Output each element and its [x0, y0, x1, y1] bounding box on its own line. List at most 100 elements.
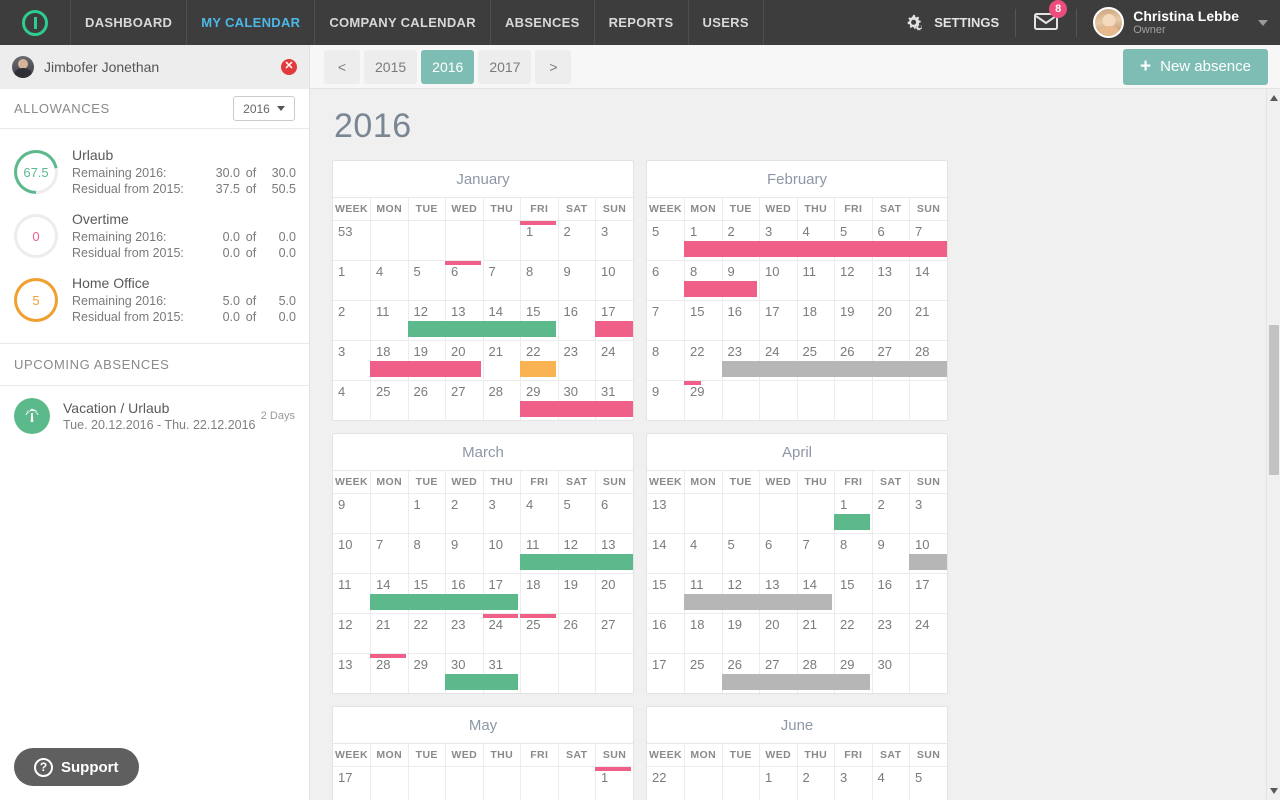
- day-cell[interactable]: 20: [595, 572, 633, 614]
- day-cell[interactable]: 19: [557, 572, 596, 614]
- messages-button[interactable]: 8: [1016, 0, 1078, 37]
- day-cell[interactable]: 4: [370, 259, 409, 301]
- next-year-button[interactable]: >: [535, 49, 572, 84]
- day-cell[interactable]: 25: [796, 339, 835, 381]
- day-cell[interactable]: 10: [595, 259, 633, 301]
- clear-employee-icon[interactable]: ✕: [281, 58, 297, 75]
- employee-selector[interactable]: Jimbofer Jonethan ✕: [0, 44, 310, 89]
- allowance-year-select[interactable]: 2016: [233, 96, 295, 121]
- day-cell[interactable]: 9: [871, 532, 910, 574]
- day-cell[interactable]: [721, 379, 760, 420]
- day-cell[interactable]: 21: [909, 299, 947, 341]
- day-cell[interactable]: 27: [595, 612, 633, 654]
- day-cell[interactable]: 3: [759, 219, 798, 261]
- day-cell[interactable]: [796, 492, 835, 534]
- day-cell[interactable]: 28: [482, 379, 521, 420]
- day-cell[interactable]: 20: [445, 339, 484, 381]
- day-cell[interactable]: 9: [721, 259, 760, 301]
- day-cell[interactable]: 29: [684, 379, 723, 420]
- nav-item-dashboard[interactable]: DASHBOARD: [70, 0, 186, 45]
- day-cell[interactable]: [684, 765, 723, 800]
- nav-item-absences[interactable]: ABSENCES: [489, 0, 594, 45]
- day-cell[interactable]: 28: [796, 652, 835, 693]
- day-cell[interactable]: [482, 219, 521, 261]
- day-cell[interactable]: [684, 492, 723, 534]
- day-cell[interactable]: [595, 652, 633, 693]
- absence-bar[interactable]: [445, 260, 481, 265]
- support-button[interactable]: ? Support: [14, 748, 139, 786]
- day-cell[interactable]: 5: [407, 259, 446, 301]
- day-cell[interactable]: [557, 765, 596, 800]
- day-cell[interactable]: [370, 492, 409, 534]
- day-cell[interactable]: 27: [445, 379, 484, 420]
- day-cell[interactable]: 15: [407, 572, 446, 614]
- year-button-2017[interactable]: 2017: [478, 49, 532, 84]
- vertical-scrollbar[interactable]: [1266, 89, 1280, 800]
- day-cell[interactable]: 13: [759, 572, 798, 614]
- day-cell[interactable]: 1: [759, 765, 798, 800]
- day-cell[interactable]: 15: [520, 299, 559, 341]
- day-cell[interactable]: 2: [557, 219, 596, 261]
- day-cell[interactable]: 1: [407, 492, 446, 534]
- day-cell[interactable]: 22: [407, 612, 446, 654]
- day-cell[interactable]: 5: [557, 492, 596, 534]
- day-cell[interactable]: 23: [721, 339, 947, 381]
- day-cell[interactable]: 23: [445, 612, 484, 654]
- day-cell[interactable]: 12: [721, 572, 760, 614]
- day-cell[interactable]: 30: [445, 652, 518, 693]
- day-cell[interactable]: 1: [834, 492, 873, 534]
- day-cell[interactable]: 30: [557, 379, 596, 420]
- day-cell[interactable]: 26: [834, 339, 873, 381]
- day-cell[interactable]: 14: [482, 299, 521, 341]
- day-cell[interactable]: 5: [834, 219, 873, 261]
- day-cell[interactable]: [370, 219, 409, 261]
- day-cell[interactable]: 12: [557, 532, 596, 574]
- day-cell[interactable]: 17: [595, 299, 633, 341]
- day-cell[interactable]: 13: [445, 299, 484, 341]
- day-cell[interactable]: 10: [482, 532, 521, 574]
- absence-bar[interactable]: [684, 380, 701, 385]
- day-cell[interactable]: [759, 492, 798, 534]
- day-cell[interactable]: 8: [520, 259, 559, 301]
- day-cell[interactable]: 24: [759, 339, 798, 381]
- day-cell[interactable]: 2: [721, 219, 760, 261]
- day-cell[interactable]: 6: [595, 492, 633, 534]
- day-cell[interactable]: [557, 652, 596, 693]
- day-cell[interactable]: 27: [871, 339, 910, 381]
- day-cell[interactable]: 17: [759, 299, 798, 341]
- day-cell[interactable]: 19: [407, 339, 446, 381]
- day-cell[interactable]: [834, 379, 873, 420]
- year-button-2016[interactable]: 2016: [421, 49, 475, 84]
- day-cell[interactable]: 14: [370, 572, 518, 614]
- day-cell[interactable]: 21: [370, 612, 409, 654]
- day-cell[interactable]: 24: [482, 612, 521, 654]
- day-cell[interactable]: [520, 765, 559, 800]
- day-cell[interactable]: [721, 492, 760, 534]
- day-cell[interactable]: 29: [407, 652, 446, 693]
- absence-bar[interactable]: [909, 553, 947, 570]
- day-cell[interactable]: 11: [520, 532, 633, 574]
- day-cell[interactable]: 1: [595, 765, 633, 800]
- day-cell[interactable]: 2: [871, 492, 910, 534]
- day-cell[interactable]: 22: [684, 339, 723, 381]
- app-logo[interactable]: [0, 9, 70, 36]
- day-cell[interactable]: 26: [407, 379, 446, 420]
- day-cell[interactable]: 7: [482, 259, 521, 301]
- day-cell[interactable]: 22: [520, 339, 559, 381]
- day-cell[interactable]: 2: [445, 492, 484, 534]
- day-cell[interactable]: [520, 652, 559, 693]
- absence-bar[interactable]: [370, 653, 406, 658]
- day-cell[interactable]: 7: [370, 532, 409, 574]
- day-cell[interactable]: 4: [871, 765, 910, 800]
- scroll-down-icon[interactable]: [1270, 788, 1278, 794]
- day-cell[interactable]: 4: [684, 532, 723, 574]
- list-item[interactable]: Vacation / Urlaub Tue. 20.12.2016 - Thu. …: [0, 386, 309, 446]
- day-cell[interactable]: 27: [759, 652, 798, 693]
- scrollbar-thumb[interactable]: [1269, 325, 1279, 475]
- day-cell[interactable]: 16: [721, 299, 760, 341]
- day-cell[interactable]: 3: [595, 219, 633, 261]
- day-cell[interactable]: 18: [796, 299, 835, 341]
- day-cell[interactable]: 9: [557, 259, 596, 301]
- day-cell[interactable]: 8: [407, 532, 446, 574]
- year-button-2015[interactable]: 2015: [364, 49, 418, 84]
